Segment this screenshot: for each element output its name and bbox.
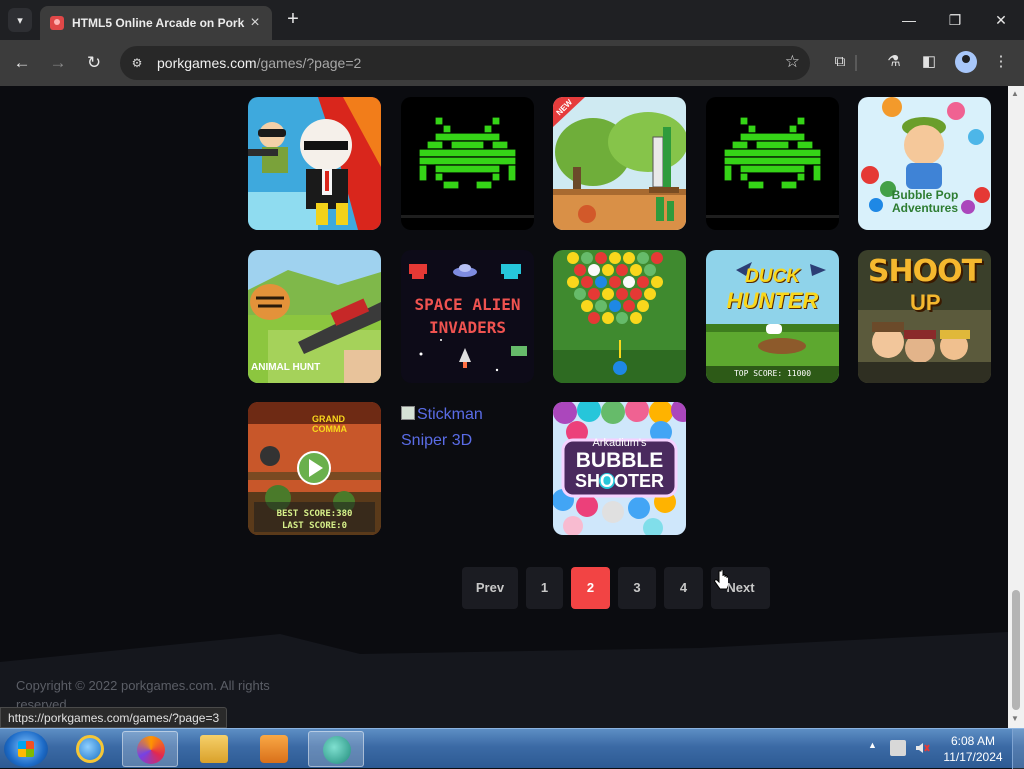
duck-hunter-caption-2: HUNTER [726, 288, 819, 313]
game-tile-invader-1[interactable] [401, 97, 534, 230]
volume-muted-icon[interactable] [914, 740, 930, 756]
side-panel-icon[interactable]: ◧ [918, 51, 940, 73]
page-scrollbar[interactable]: ▲ ▼ [1008, 86, 1024, 728]
game-tile-shoot-up[interactable]: SHOOT UP [858, 250, 991, 383]
firefox-icon [137, 736, 165, 764]
scroll-down-arrow-icon[interactable]: ▼ [1011, 714, 1019, 723]
close-window-button[interactable]: ✕ [978, 6, 1024, 34]
back-arrow-icon[interactable]: ← [8, 49, 36, 77]
taskbar-file-explorer[interactable] [186, 731, 242, 767]
minimize-button[interactable]: — [886, 6, 932, 34]
game-tile-bubble-shooter-classic[interactable] [553, 250, 686, 383]
hand-pointer-cursor-icon [714, 570, 728, 590]
clock-date: 11/17/2024 [943, 750, 1003, 764]
bookmark-star-icon[interactable]: ☆ [785, 52, 800, 72]
bubble-pop-caption: Bubble Pop Adventures [891, 188, 959, 215]
game-tile-agent-shooter[interactable] [248, 97, 381, 230]
menu-kebab-icon[interactable]: ⋮ [990, 51, 1012, 73]
shoot-up-caption-2: UP [910, 290, 941, 315]
extensions-puzzle-icon[interactable]: ⧉ [829, 51, 851, 73]
address-bar[interactable]: ⚙ porkgames.com/games/?page=2 ☆ [120, 46, 810, 80]
tab-close-icon[interactable]: × [246, 14, 264, 32]
bubble-shooter-thumbnail [553, 250, 686, 383]
url-text[interactable]: porkgames.com/games/?page=2 [157, 55, 361, 71]
green-invader-thumbnail [706, 97, 839, 230]
new-tab-button[interactable]: + [282, 8, 304, 32]
space-alien-caption-1: SPACE ALIEN [414, 295, 521, 314]
url-path: /games/?page=2 [256, 55, 362, 71]
duck-hunter-caption-1: DUCK [745, 266, 800, 287]
game-tile-arkadium-bubble-shooter[interactable]: Arkadium's BUBBLE SHOOTER [553, 402, 686, 535]
taskbar-firefox[interactable] [122, 731, 178, 767]
pagination-page-1[interactable]: 1 [526, 567, 563, 609]
show-desktop-button[interactable] [1012, 729, 1024, 769]
pagination-prev-button[interactable]: Prev [462, 567, 518, 609]
labs-flask-icon[interactable]: ⚗ [883, 51, 905, 73]
forward-arrow-icon[interactable]: → [44, 49, 72, 77]
maximize-button[interactable]: ❐ [932, 6, 978, 34]
pagination-page-4[interactable]: 4 [664, 567, 703, 609]
reload-icon[interactable]: ↻ [80, 49, 108, 77]
pagination-page-3[interactable]: 3 [618, 567, 656, 609]
stickman-alt-line-1: Stickman [417, 406, 483, 423]
game-tile-grand-commando[interactable]: GRAND COMMA BEST SCORE:380 LAST SCORE:0 [248, 402, 381, 535]
windows-taskbar: ▲ 6:08 AM 11/17/2024 [0, 728, 1024, 769]
arkadium-caption-2: BUBBLE [575, 449, 664, 472]
space-alien-caption-2: INVADERS [428, 318, 507, 337]
broken-image-icon [401, 406, 415, 420]
scrollbar-thumb[interactable] [1012, 590, 1020, 710]
scroll-up-arrow-icon[interactable]: ▲ [1011, 89, 1019, 98]
shoot-up-caption-1: SHOOT [867, 254, 982, 289]
tab-search-icon[interactable]: ▾ [8, 8, 32, 32]
game-tile-animal-hunt[interactable]: ANIMAL HUNT [248, 250, 381, 383]
agent-shooter-thumbnail [248, 97, 381, 230]
arkadium-caption-1: Arkadium's [592, 437, 647, 449]
clock-time: 6:08 AM [950, 734, 996, 748]
tray-show-hidden-icon[interactable]: ▲ [868, 740, 877, 750]
space-alien-invaders-thumbnail [401, 250, 534, 383]
green-invader-thumbnail [401, 97, 534, 230]
grand-commando-best-score: BEST SCORE:380 [276, 509, 353, 519]
game-tile-stickman-sniper-broken-image[interactable]: Stickman Sniper 3D [401, 402, 534, 454]
browser-tab[interactable]: HTML5 Online Arcade on Pork × [40, 6, 272, 40]
web-page: NEW Bubble Pop Adventures ANIMAL HUNT SP… [0, 86, 1008, 728]
taskbar-app-active[interactable] [308, 731, 364, 767]
browser-toolbar: ← → ↻ ⚙ porkgames.com/games/?page=2 ☆ ⧉ … [0, 40, 1024, 86]
internet-explorer-icon [76, 735, 104, 763]
taskbar-internet-explorer[interactable] [62, 731, 118, 767]
start-button-windows-icon[interactable] [4, 731, 48, 767]
network-icon[interactable] [890, 740, 906, 756]
game-tile-bottle-shooting[interactable]: NEW [553, 97, 686, 230]
profile-avatar-icon[interactable] [955, 51, 977, 73]
chrome-app-icon [323, 736, 351, 764]
media-player-icon [260, 735, 288, 763]
pagination-page-2-current[interactable]: 2 [571, 567, 610, 609]
folder-icon [200, 735, 228, 763]
browser-title-bar: ▾ HTML5 Online Arcade on Pork × + — ❐ ✕ [0, 0, 1024, 40]
animal-hunt-caption: ANIMAL HUNT [251, 362, 321, 373]
duck-hunter-score: TOP SCORE: 11000 [733, 369, 812, 378]
grand-commando-last-score: LAST SCORE:0 [281, 521, 348, 531]
game-tile-invader-2[interactable] [706, 97, 839, 230]
arkadium-caption-3: SHOOTER [574, 471, 664, 491]
taskbar-media-player[interactable] [246, 731, 302, 767]
stickman-alt-line-2: Sniper 3D [401, 432, 473, 449]
taskbar-clock[interactable]: 6:08 AM 11/17/2024 [938, 733, 1008, 765]
tab-title: HTML5 Online Arcade on Pork [72, 16, 245, 30]
link-status-bubble: https://porkgames.com/games/?page=3 [0, 707, 228, 728]
site-info-icon[interactable]: ⚙ [128, 54, 146, 72]
porkgames-favicon-icon [50, 16, 64, 30]
game-tile-duck-hunter[interactable]: DUCK HUNTER TOP SCORE: 11000 [706, 250, 839, 383]
game-tile-space-alien-invaders[interactable]: SPACE ALIEN INVADERS [401, 250, 534, 383]
game-tile-bubble-pop-adventures[interactable]: Bubble Pop Adventures [858, 97, 991, 230]
url-host: porkgames.com [157, 55, 257, 71]
grand-commando-caption: GRAND COMMA [312, 414, 347, 434]
bottle-shooting-thumbnail [553, 97, 686, 230]
toolbar-divider [855, 55, 857, 71]
